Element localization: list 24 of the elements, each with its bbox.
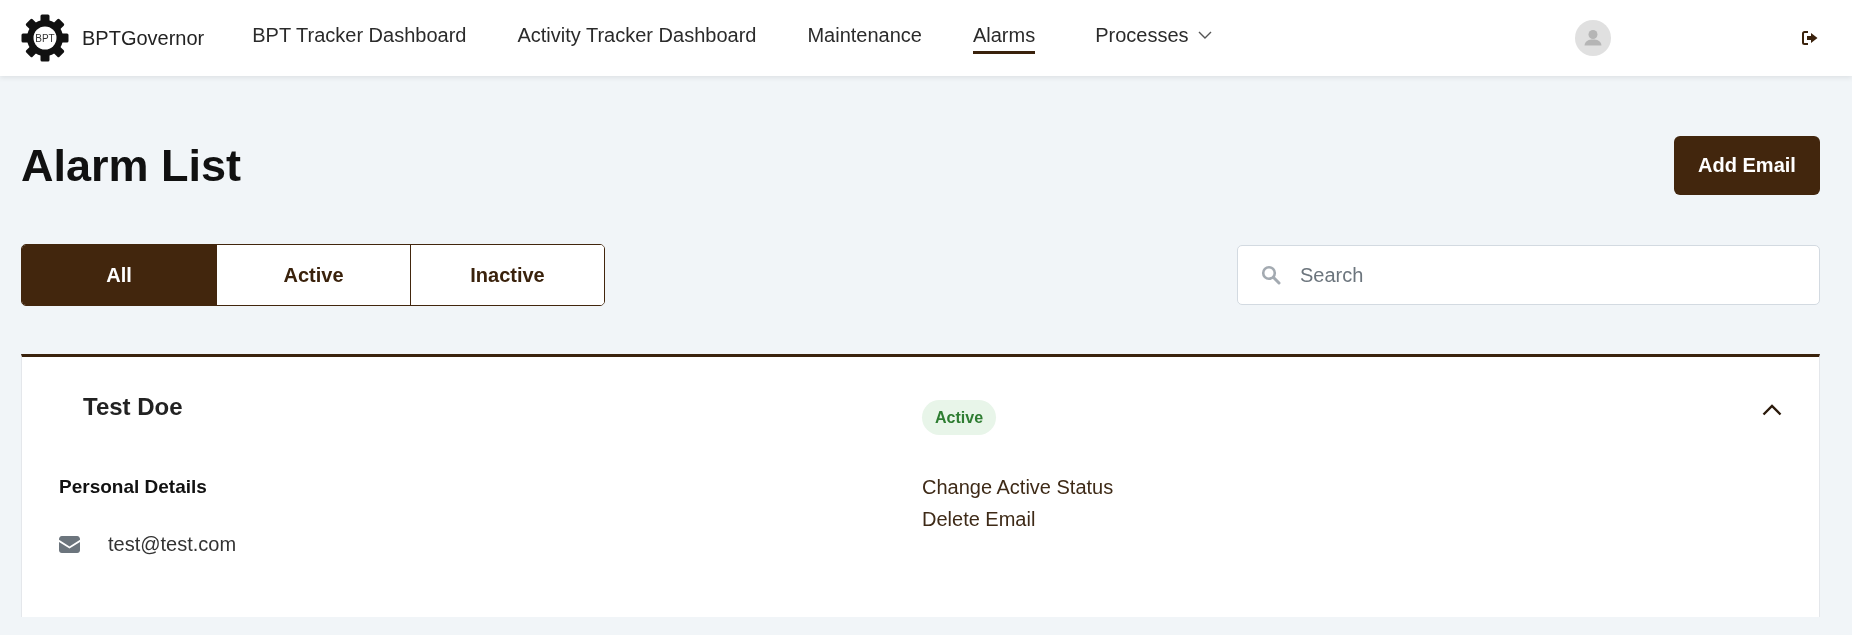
nav-link[interactable]: Activity Tracker Dashboard — [517, 22, 757, 54]
nav-link[interactable]: Maintenance — [807, 22, 922, 54]
nav-link[interactable]: BPT Tracker Dashboard — [252, 22, 467, 54]
status-badge: Active — [922, 400, 997, 435]
logo-text: BPT — [35, 32, 55, 44]
section-heading: Personal Details — [59, 475, 207, 499]
email-address: test@test.com — [108, 532, 237, 557]
filter-tab[interactable]: All — [22, 245, 216, 305]
add-email-button[interactable]: Add Email — [1674, 136, 1820, 195]
chevron-down-icon — [1197, 30, 1212, 39]
envelope-icon — [59, 535, 80, 553]
nav-dropdown[interactable]: Processes — [1095, 22, 1212, 54]
chevron-up-icon[interactable] — [1762, 404, 1782, 416]
search-icon — [1261, 265, 1281, 285]
action-link[interactable]: Change Active Status — [922, 471, 1114, 503]
action-link[interactable]: Delete Email — [922, 503, 1036, 535]
nav-link[interactable]: Alarms — [972, 22, 1036, 54]
logout-icon[interactable] — [1802, 31, 1818, 45]
page-title: Alarm List — [21, 139, 242, 193]
filter-tab[interactable]: Inactive — [410, 245, 604, 305]
alarm-name: Test Doe — [83, 392, 183, 422]
search-field[interactable]: Search — [1237, 245, 1820, 305]
brand-name[interactable]: BPTGovernor — [82, 26, 205, 50]
gear-icon[interactable] — [21, 14, 69, 62]
